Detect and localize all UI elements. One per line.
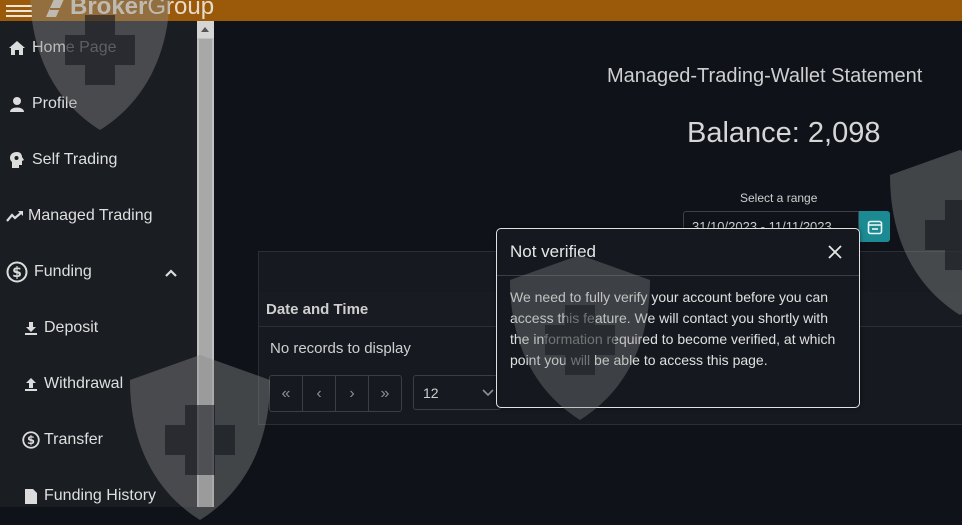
sidebar-item-funding-history[interactable]: Funding History	[24, 476, 221, 516]
calendar-button[interactable]	[859, 211, 890, 242]
brand-name-light: Group	[147, 0, 215, 20]
download-icon	[24, 319, 38, 337]
file-icon	[24, 487, 38, 505]
sidebar-item-label: Transfer	[44, 431, 103, 448]
hamburger-menu-icon[interactable]	[6, 2, 32, 18]
sidebar-item-withdrawal[interactable]: Withdrawal	[24, 364, 221, 404]
dialog-message: We need to fully verify your account bef…	[510, 289, 836, 368]
first-page-button[interactable]: «	[270, 376, 303, 411]
home-icon	[8, 39, 26, 57]
upload-icon	[24, 375, 38, 393]
dialog-header: Not verified	[497, 229, 859, 276]
sidebar-scrollbar[interactable]	[197, 21, 214, 507]
scrollbar-thumb[interactable]	[199, 39, 212, 507]
sidebar-item-label: Withdrawal	[44, 375, 124, 392]
sidebar-item-label: Profile	[32, 95, 78, 112]
dollar-icon: $	[6, 261, 28, 283]
column-header-date[interactable]: Date and Time	[266, 301, 368, 318]
svg-text:$: $	[12, 265, 22, 281]
empty-message: No records to display	[270, 340, 411, 357]
dialog-title: Not verified	[510, 242, 596, 261]
sidebar-item-funding[interactable]: $ Funding	[6, 252, 203, 292]
sidebar: Home Page Profile Self Trading Managed T…	[0, 21, 197, 507]
chevron-down-icon	[482, 388, 494, 396]
sidebar-item-label: Self Trading	[32, 151, 118, 168]
pager: « ‹ › »	[269, 375, 402, 412]
balance-value: Balance: 2,098	[687, 117, 881, 149]
sidebar-item-label: Managed Trading	[28, 207, 153, 224]
close-icon[interactable]	[828, 245, 842, 259]
dollar-icon: $	[22, 431, 40, 449]
range-label: Select a range	[740, 191, 818, 205]
page-size-select[interactable]: 12	[413, 375, 501, 410]
last-page-button[interactable]: »	[369, 376, 401, 411]
chevron-up-icon[interactable]	[165, 264, 177, 282]
user-icon	[8, 95, 26, 113]
sidebar-item-label: Funding	[34, 263, 92, 280]
brand-mark-icon	[46, 0, 64, 17]
calendar-icon	[867, 220, 882, 234]
sidebar-item-profile[interactable]: Profile	[8, 84, 205, 124]
prev-page-button[interactable]: ‹	[303, 376, 336, 411]
svg-text:$: $	[27, 433, 35, 447]
page-title: Managed-Trading-Wallet Statement	[607, 65, 923, 87]
trend-icon	[6, 207, 24, 225]
brand-name-bold: Broker	[70, 0, 148, 20]
sidebar-item-label: Funding History	[44, 487, 157, 504]
sidebar-item-self-trading[interactable]: Self Trading	[8, 140, 205, 180]
not-verified-dialog: Not verified We need to fully verify you…	[496, 228, 860, 408]
page-size-value: 12	[423, 384, 439, 401]
sidebar-item-deposit[interactable]: Deposit	[24, 308, 221, 348]
sidebar-item-label: Deposit	[44, 319, 99, 336]
sidebar-item-label: Home Page	[32, 39, 117, 56]
top-bar: BrokerGroup	[0, 0, 962, 21]
scroll-up-arrow-icon[interactable]	[197, 21, 214, 38]
brand-logo[interactable]: BrokerGroup	[44, 0, 214, 21]
sidebar-item-home[interactable]: Home Page	[8, 28, 205, 68]
brain-icon	[8, 151, 26, 169]
sidebar-item-managed-trading[interactable]: Managed Trading	[6, 196, 203, 236]
sidebar-item-transfer[interactable]: $ Transfer	[22, 420, 219, 460]
next-page-button[interactable]: ›	[336, 376, 369, 411]
